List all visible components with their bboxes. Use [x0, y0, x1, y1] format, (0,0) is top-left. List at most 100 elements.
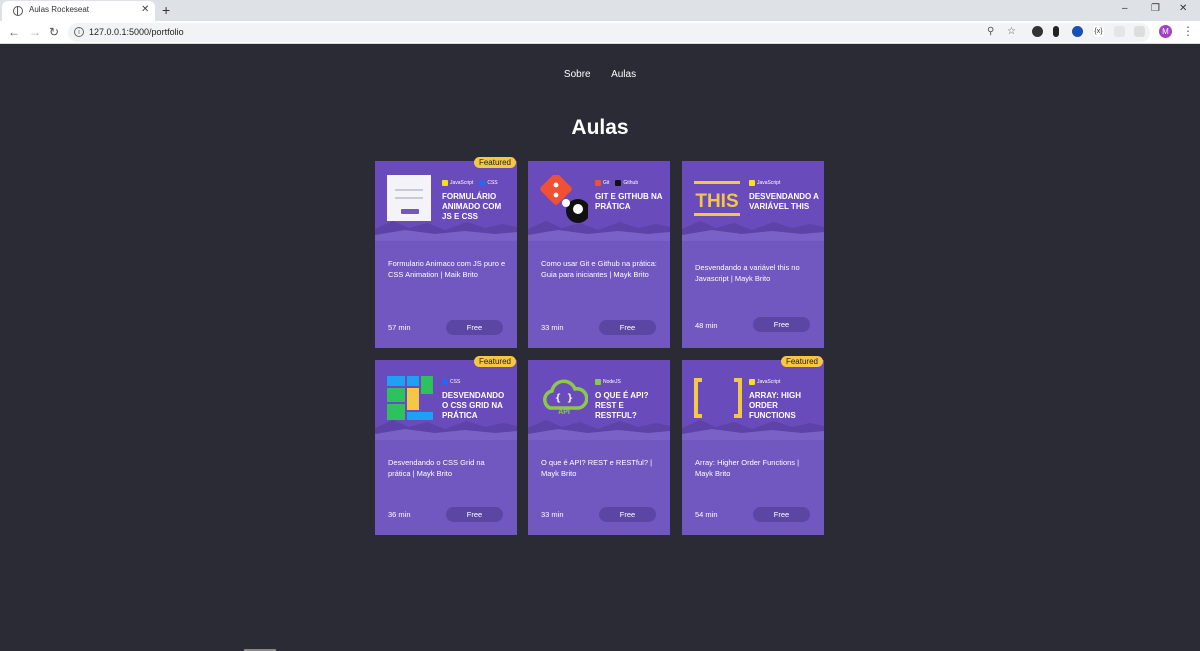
bookmark-star-icon[interactable]: ☆ [1007, 26, 1016, 38]
price-button[interactable]: Free [599, 320, 656, 335]
tech-tag-label: CSS [450, 379, 461, 385]
price-button[interactable]: Free [599, 507, 656, 522]
svg-text:THIS: THIS [695, 191, 738, 212]
git-github-icon [540, 175, 588, 223]
course-thumbnail[interactable]: { } API NodeJS O que é API? REST e RESTfu… [528, 360, 670, 440]
zoom-icon[interactable]: ⚲ [987, 26, 994, 38]
featured-badge: Featured [473, 356, 516, 367]
close-window-icon[interactable]: ✕ [1179, 3, 1187, 15]
course-duration: 36 min [388, 510, 411, 519]
featured-badge: Featured [780, 356, 823, 367]
nav-link-sobre[interactable]: Sobre [564, 69, 591, 80]
nav-link-aulas[interactable]: Aulas [611, 69, 636, 80]
course-duration: 33 min [541, 510, 564, 519]
new-tab-icon[interactable]: + [162, 2, 170, 18]
thumbnail-title: Array: High Order Functions [749, 391, 802, 420]
course-description[interactable]: Desvendando a variável this no Javascrip… [695, 262, 813, 284]
course-card[interactable]: Featured JavaScript Array: High Order Fu… [682, 356, 824, 535]
course-duration: 57 min [388, 323, 411, 332]
url-text: 127.0.0.1:5000/portfolio [89, 27, 184, 37]
tech-logo-icon [749, 379, 755, 385]
tech-tag-label: Github [623, 180, 639, 186]
array-brackets-icon [694, 378, 742, 418]
extension-icon[interactable] [1072, 26, 1083, 37]
course-card[interactable]: Git Github Git e Github na prática Como u… [528, 161, 670, 348]
svg-text:API: API [558, 409, 570, 416]
tech-tag: JavaScript [442, 180, 473, 186]
thumbnail-title: Formulário animado com JS e CSS [442, 192, 502, 221]
tech-tag-label: JavaScript [757, 180, 781, 186]
reload-icon[interactable]: ↻ [49, 25, 59, 39]
page-title: Aulas [571, 116, 629, 139]
tech-tag: Github [615, 180, 638, 186]
tech-tags: JavaScript [749, 379, 780, 385]
tech-tag-label: Git [603, 180, 610, 186]
extension-icon[interactable] [1134, 26, 1145, 37]
course-description[interactable]: O que é API? REST e RESTful? | Mayk Brit… [541, 457, 659, 479]
svg-text:{ }: { } [555, 393, 573, 404]
tech-logo-icon [595, 180, 601, 186]
css-grid-icon [387, 376, 433, 420]
course-duration: 54 min [695, 510, 718, 519]
tech-tags: JavaScript [749, 180, 780, 186]
tech-tag-label: JavaScript [450, 180, 474, 186]
extension-icon[interactable] [1032, 26, 1043, 37]
avatar[interactable]: M [1159, 25, 1172, 38]
menu-dots-icon[interactable]: ⋮ [1182, 24, 1194, 38]
course-thumbnail[interactable]: JavaScript Array: High Order Functions [682, 360, 824, 440]
thumbnail-title: O que é API? REST e RESTful? [595, 391, 649, 420]
course-card[interactable]: Featured CSS Desvendando o CSS Grid na p… [375, 356, 517, 535]
tech-tag: CSS [479, 180, 498, 186]
price-button[interactable]: Free [753, 317, 810, 332]
course-description[interactable]: Desvendando o CSS Grid na prática | Mayk… [388, 457, 506, 479]
course-thumbnail[interactable]: CSS Desvendando o CSS Grid na prática [375, 360, 517, 440]
this-keyword-icon: THIS [694, 181, 740, 216]
course-thumbnail[interactable]: JavaScript CSS Formulário animado com JS … [375, 161, 517, 241]
tech-tag-label: JavaScript [757, 379, 781, 385]
close-tab-icon[interactable]: ✕ [141, 4, 149, 16]
info-icon[interactable]: i [74, 27, 84, 37]
browser-toolbar: ← → ↻ i 127.0.0.1:5000/portfolio ⚲ ☆ [0, 21, 1200, 44]
back-icon[interactable]: ← [8, 25, 20, 39]
course-thumbnail[interactable]: THIS JavaScript Desvendando a variável t… [682, 161, 824, 241]
course-card[interactable]: { } API NodeJS O que é API? REST e RESTfu… [528, 360, 670, 535]
address-bar[interactable]: i 127.0.0.1:5000/portfolio ⚲ ☆ [68, 23, 1150, 42]
tech-tag-label: CSS [487, 180, 498, 186]
course-thumbnail[interactable]: Git Github Git e Github na prática [528, 161, 670, 241]
tech-tag: JavaScript [749, 180, 780, 186]
tech-tags: JavaScript CSS [442, 180, 498, 186]
course-description[interactable]: Como usar Git e Github na prática: Guia … [541, 258, 659, 280]
tech-tag: CSS [442, 379, 460, 385]
api-cloud-icon: { } API [543, 379, 588, 416]
course-description[interactable]: Array: Higher Order Functions | Mayk Bri… [695, 457, 813, 479]
minimize-icon[interactable]: – [1122, 3, 1128, 15]
extension-icon[interactable] [1053, 26, 1059, 37]
browser-tab-strip: Aulas Rockeseat ✕ + – ❐ ✕ [0, 0, 1200, 21]
tech-tags: CSS [442, 379, 460, 385]
tech-tag: NodeJS [595, 379, 621, 385]
tech-logo-icon [749, 180, 755, 186]
tech-tag-label: NodeJS [603, 379, 621, 385]
price-button[interactable]: Free [753, 507, 810, 522]
site-nav: Sobre Aulas [0, 64, 1200, 82]
thumbnail-title: Desvendando a variável this [749, 192, 819, 211]
browser-tab[interactable]: Aulas Rockeseat ✕ [2, 1, 155, 21]
form-preview-icon [387, 175, 431, 221]
extension-icon[interactable]: {x} [1093, 26, 1104, 37]
restore-icon[interactable]: ❐ [1151, 3, 1160, 15]
course-card[interactable]: Featured JavaScript CSS Formulário animad… [375, 157, 517, 348]
course-duration: 33 min [541, 323, 564, 332]
course-description[interactable]: Formulario Animaco com JS puro e CSS Ani… [388, 258, 506, 280]
extension-icon[interactable] [1114, 26, 1125, 37]
tech-logo-icon [615, 180, 622, 186]
course-card[interactable]: THIS JavaScript Desvendando a variável t… [682, 161, 824, 348]
tech-logo-icon [479, 180, 486, 186]
price-button[interactable]: Free [446, 320, 503, 335]
price-button[interactable]: Free [446, 507, 503, 522]
globe-icon [13, 6, 23, 16]
tech-tag: Git [595, 180, 609, 186]
forward-icon[interactable]: → [29, 25, 41, 39]
tech-logo-icon [442, 180, 448, 186]
tech-tags: NodeJS [595, 379, 621, 385]
tech-tag: JavaScript [749, 379, 780, 385]
